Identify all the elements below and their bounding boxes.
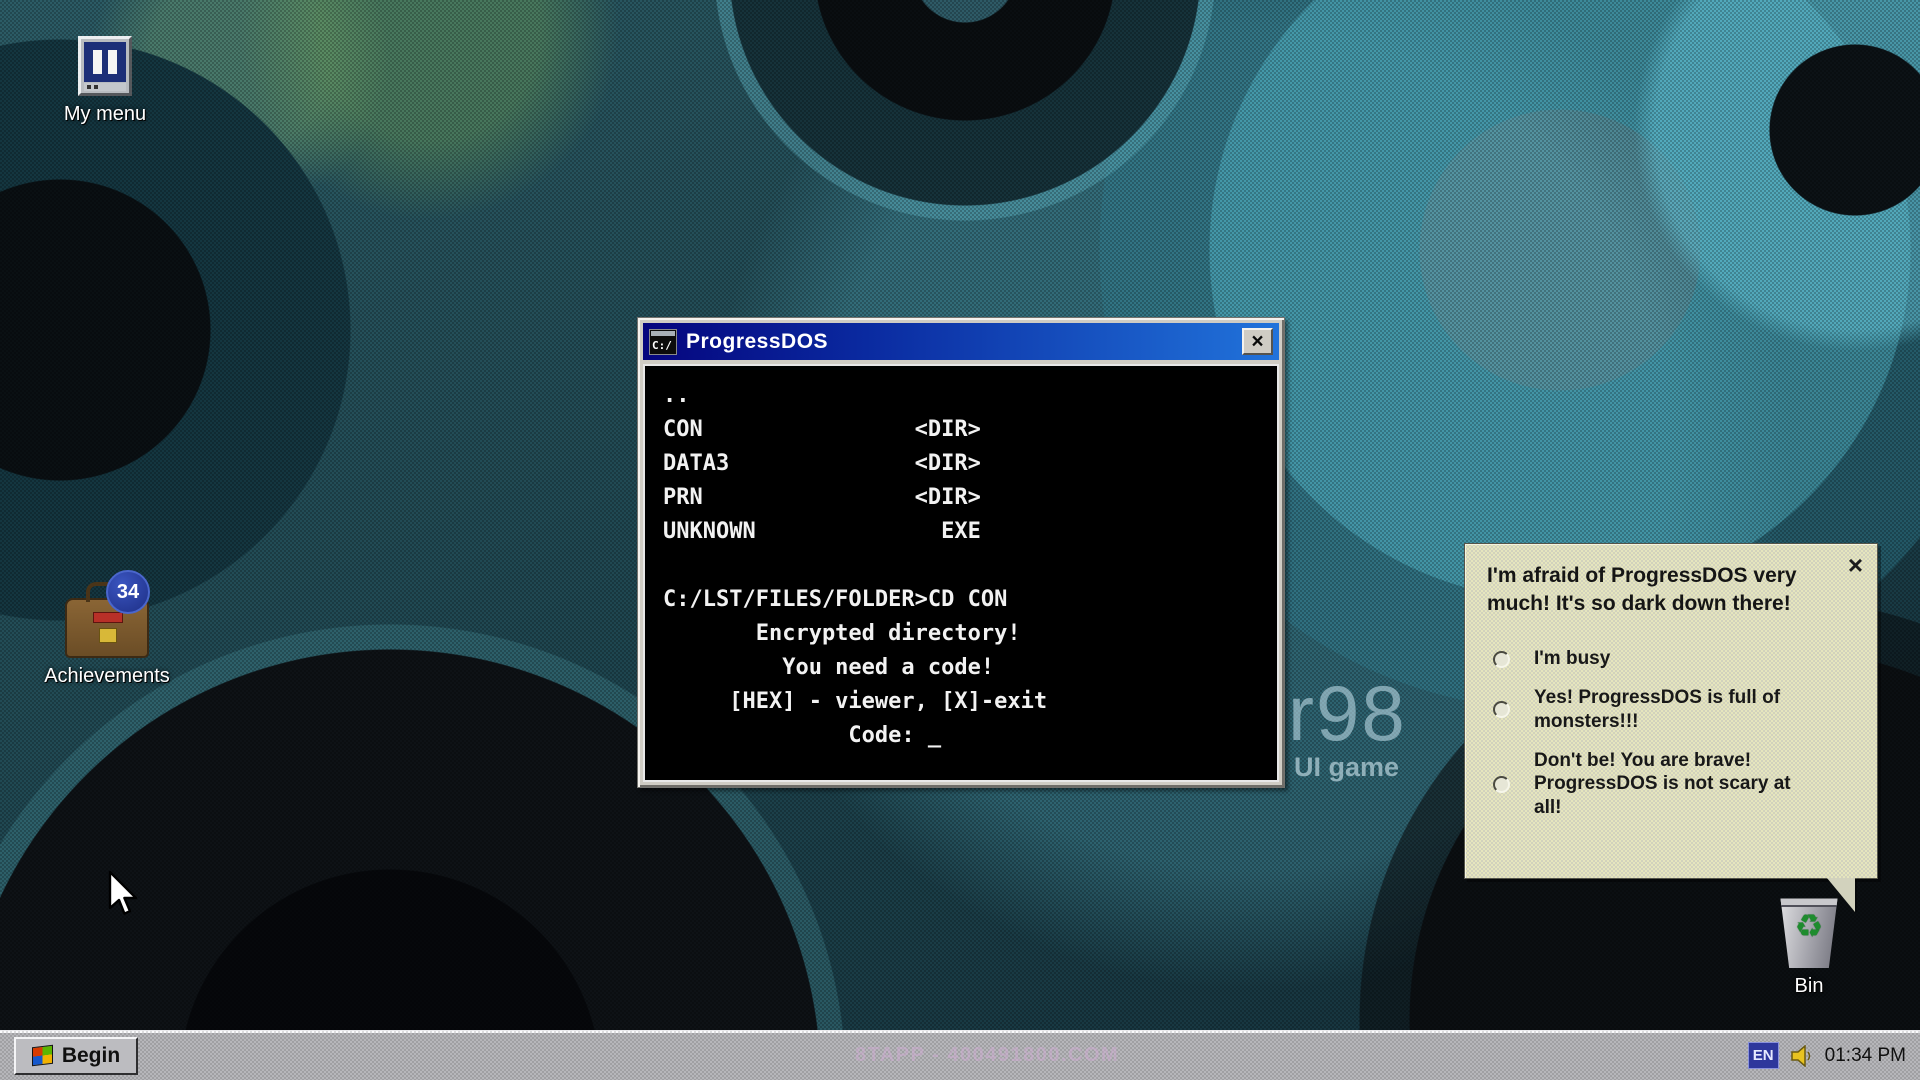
dos-console[interactable]: .. CON <DIR> DATA3 <DIR> PRN <DIR> UNKNO… (643, 364, 1279, 782)
option-label[interactable]: Don't be! You are brave! ProgressDOS is … (1534, 749, 1802, 820)
radio-icon[interactable] (1493, 651, 1510, 668)
watermark-text: 8TAPP - 400491800.COM (855, 1044, 1119, 1067)
option-label[interactable]: I'm busy (1534, 647, 1610, 671)
wallpaper-text-big: r98 (1288, 668, 1407, 759)
desktop-icon-achievements[interactable]: 34 Achievements (32, 570, 182, 688)
console-line: DATA3 <DIR> (663, 447, 1259, 481)
radio-icon[interactable] (1493, 701, 1510, 718)
close-icon[interactable]: × (1848, 552, 1863, 578)
console-line: [HEX] - viewer, [X]-exit (663, 685, 1259, 719)
bubble-options: I'm busy Yes! ProgressDOS is full of mon… (1493, 647, 1855, 820)
taskbar-clock: 01:34 PM (1825, 1045, 1906, 1067)
icon-label: Achievements (32, 665, 182, 688)
progressdos-window: C:/ ProgressDOS × .. CON <DIR> DATA3 <DI… (637, 317, 1285, 788)
system-tray: EN 01:34 PM (1748, 1042, 1906, 1069)
console-line: Code: _ (663, 719, 1259, 753)
console-line: You need a code! (663, 651, 1259, 685)
option-row[interactable]: I'm busy (1493, 647, 1855, 671)
close-icon[interactable]: × (1242, 328, 1273, 355)
option-label[interactable]: Yes! ProgressDOS is full of monsters!!! (1534, 686, 1802, 734)
begin-button-label: Begin (62, 1044, 120, 1068)
icon-label: Bin (1754, 975, 1864, 998)
console-line (663, 549, 1259, 583)
bubble-message: I'm afraid of ProgressDOS very much! It'… (1487, 562, 1817, 617)
console-line: UNKNOWN EXE (663, 515, 1259, 549)
my-menu-icon (78, 36, 132, 96)
achievements-count-badge: 34 (106, 570, 150, 614)
ms-dos-icon: C:/ (649, 329, 677, 355)
wallpaper-text-small: UI game (1294, 752, 1399, 783)
radio-icon[interactable] (1493, 776, 1510, 793)
window-titlebar[interactable]: C:/ ProgressDOS × (643, 323, 1279, 360)
icon-label: My menu (50, 103, 160, 126)
console-line: CON <DIR> (663, 413, 1259, 447)
option-row[interactable]: Don't be! You are brave! ProgressDOS is … (1493, 749, 1855, 820)
desktop-icon-my-menu[interactable]: My menu (50, 36, 160, 126)
console-line: .. (663, 379, 1259, 413)
taskbar: Begin 8TAPP - 400491800.COM EN 01:34 PM (0, 1030, 1920, 1080)
desktop: r98 UI game My menu 34 Achievements ♻ Bi… (0, 0, 1920, 1080)
option-row[interactable]: Yes! ProgressDOS is full of monsters!!! (1493, 686, 1855, 734)
bubble-tail (1827, 878, 1855, 912)
speech-bubble: × I'm afraid of ProgressDOS very much! I… (1464, 543, 1878, 879)
console-line: Encrypted directory! (663, 617, 1259, 651)
speaker-icon[interactable] (1790, 1045, 1814, 1067)
language-indicator[interactable]: EN (1748, 1042, 1779, 1069)
begin-button[interactable]: Begin (14, 1037, 138, 1075)
window-title: ProgressDOS (686, 330, 1233, 354)
console-line: C:/LST/FILES/FOLDER>CD CON (663, 583, 1259, 617)
console-line: PRN <DIR> (663, 481, 1259, 515)
flag-icon (32, 1045, 53, 1067)
